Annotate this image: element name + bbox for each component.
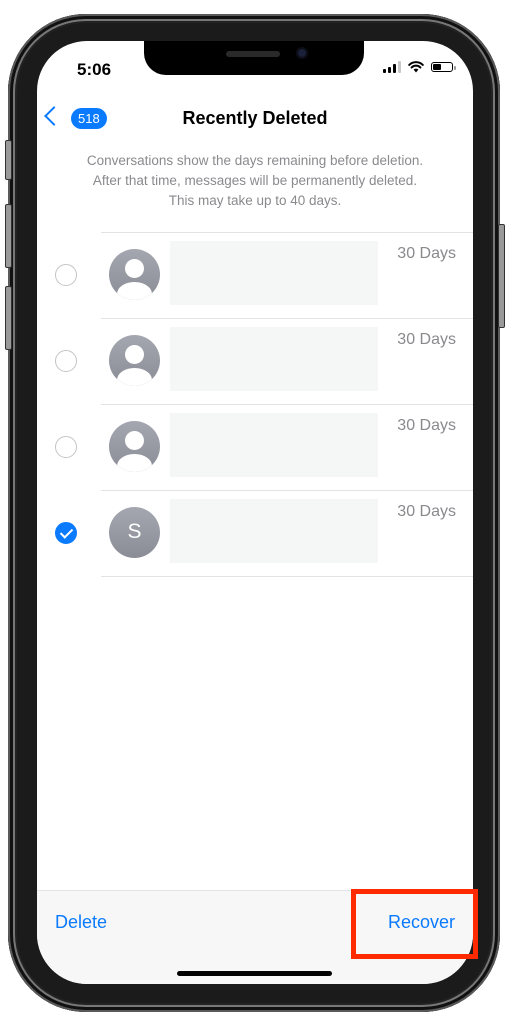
redacted-preview xyxy=(170,327,378,391)
select-radio[interactable] xyxy=(55,264,77,286)
select-radio[interactable] xyxy=(55,350,77,372)
avatar xyxy=(109,249,160,300)
status-icons xyxy=(383,61,456,73)
page-title: Recently Deleted xyxy=(182,108,328,128)
speaker-grille xyxy=(226,51,280,57)
person-icon-body xyxy=(117,454,152,472)
person-icon-head xyxy=(125,431,144,450)
navigation-bar: 518 Recently Deleted xyxy=(37,103,473,137)
info-line-1: Conversations show the days remaining be… xyxy=(86,153,424,168)
days-remaining: 30 Days xyxy=(397,417,456,434)
person-icon-head xyxy=(125,259,144,278)
conversation-row[interactable]: S 30 Days xyxy=(55,490,473,577)
delete-button[interactable]: Delete xyxy=(55,912,107,933)
home-indicator[interactable] xyxy=(177,971,332,976)
days-remaining: 30 Days xyxy=(397,503,456,520)
avatar xyxy=(109,421,160,472)
side-button-silent xyxy=(5,140,12,180)
select-radio[interactable] xyxy=(55,436,77,458)
conversation-row[interactable]: 30 Days xyxy=(55,404,473,490)
avatar-initial: S xyxy=(127,520,142,543)
avatar: S xyxy=(109,507,160,558)
person-icon-body xyxy=(117,368,152,386)
redacted-preview xyxy=(170,413,378,477)
conversation-row[interactable]: 30 Days xyxy=(55,232,473,318)
days-remaining: 30 Days xyxy=(397,331,456,348)
side-button-power xyxy=(498,224,505,328)
side-button-volume-down xyxy=(5,286,12,350)
person-icon-body xyxy=(117,282,152,300)
wifi-icon xyxy=(408,61,424,73)
recover-highlight-annotation xyxy=(351,889,478,959)
info-line-2: After that time, messages will be perman… xyxy=(92,173,418,188)
screen: 5:06 518 Recently Deleted Conversations … xyxy=(37,41,473,984)
redacted-preview xyxy=(170,241,378,305)
front-camera xyxy=(296,47,308,59)
days-remaining: 30 Days xyxy=(397,245,456,262)
conversation-row[interactable]: 30 Days xyxy=(55,318,473,404)
status-time: 5:06 xyxy=(77,60,112,79)
person-icon-head xyxy=(125,345,144,364)
battery-icon xyxy=(431,62,456,72)
cellular-signal-icon xyxy=(383,61,401,73)
conversation-list: 30 Days 30 Days 30 Days S 30 Days xyxy=(37,232,473,577)
avatar xyxy=(109,335,160,386)
side-button-volume-up xyxy=(5,204,12,268)
redacted-preview xyxy=(170,499,378,563)
select-radio-checked[interactable] xyxy=(55,522,77,544)
info-text: Conversations show the days remaining be… xyxy=(47,151,463,211)
info-line-3: This may take up to 40 days. xyxy=(168,193,342,208)
notch xyxy=(144,41,364,75)
